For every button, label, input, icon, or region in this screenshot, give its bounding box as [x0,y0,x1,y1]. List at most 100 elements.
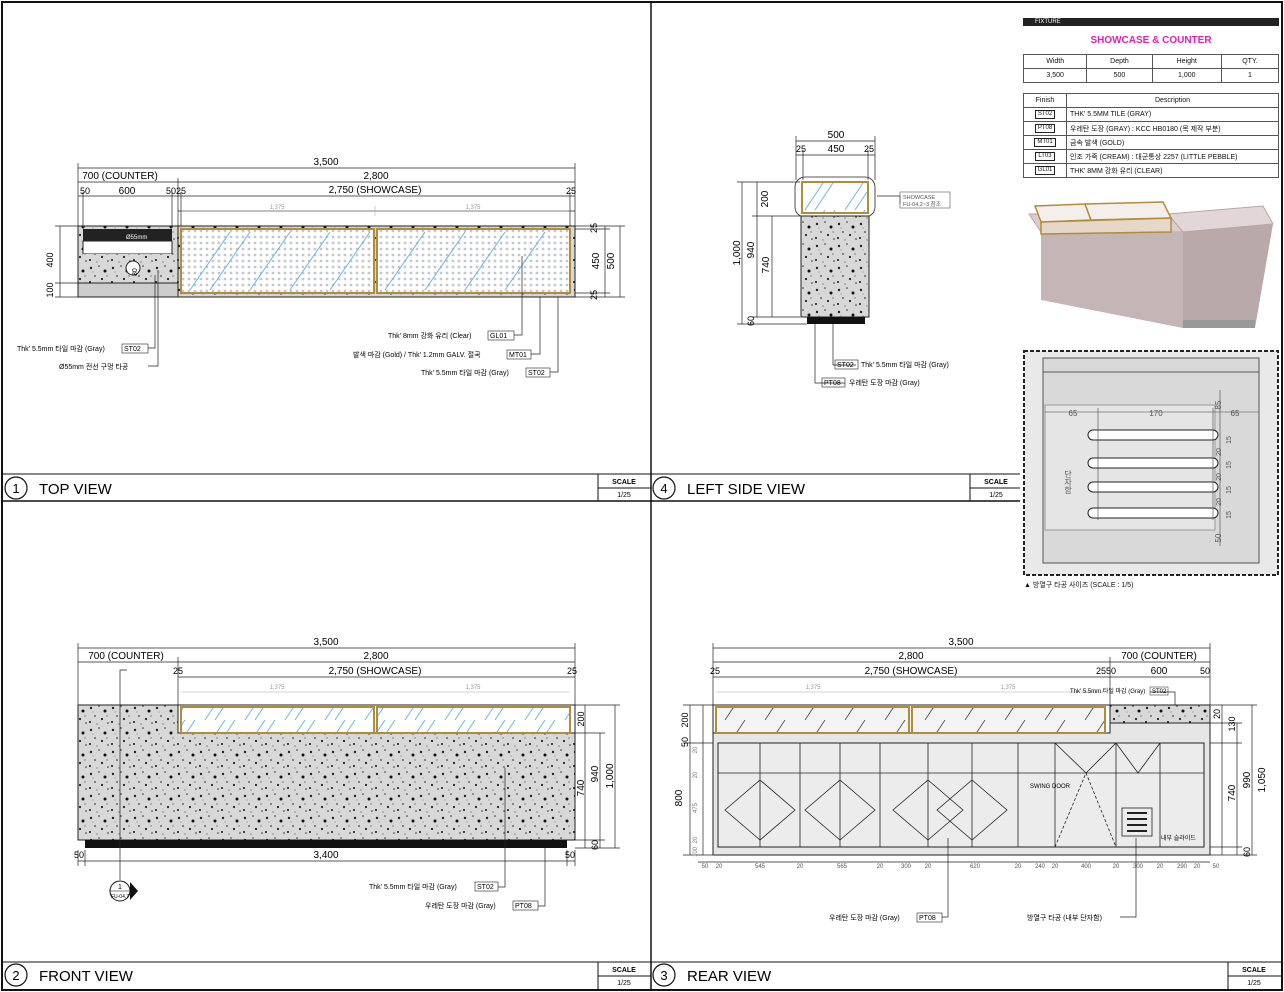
rear-l100: 100 [693,846,699,857]
top-note-gold: 발색 마감 (Gold) / Thk' 1.2mm GALV. 절곡 [353,350,481,359]
rear-r740: 740 [1227,784,1238,801]
rear-l20a: 20 [693,746,699,753]
vent-w65b: 65 [1231,409,1240,418]
left-scale: 1/25 [989,492,1003,499]
top-dim-50b: 50 [166,186,176,196]
left-note-tile: Thk' 5.5mm 타일 마감 (Gray) [861,360,949,369]
finish-code: MT01 [1034,138,1056,147]
front-d25a: 25 [173,666,183,676]
finish-code: GL01 [1034,166,1056,175]
top-h400: 400 [45,252,55,267]
rear-bottom-dim-label: 400 [1081,864,1092,870]
left-view-title: LEFT SIDE VIEW [687,481,806,498]
vent-label: 단자함 [1063,469,1072,494]
left-ref-a: SHOWCASE [903,195,935,201]
rear-l800: 800 [674,789,685,806]
front-scale-label: SCALE [612,967,636,974]
rear-view-number: 3 [660,968,667,983]
fixture-header-depth: Depth [1086,54,1153,69]
top-h100: 100 [45,282,55,297]
rear-l20c: 20 [693,836,699,843]
rear-counter-tile: Thk' 5.5mm 타일 마감 (Gray) [1070,687,1145,695]
rear-r60: 60 [1242,847,1252,857]
left-h740: 740 [761,256,772,273]
fixture-value-height: 1,000 [1151,68,1222,83]
top-view: Ø55mm 80 3,500 700 (COUNTER) 2,800 50 60… [2,157,651,501]
front-d25b: 25 [567,666,577,676]
rear-overall-dim: 3,500 [948,637,973,648]
rear-r990: 990 [1242,771,1253,788]
fixture-header-qty: QTY. [1220,54,1280,69]
rear-bottom-dim-label: 50 [1213,864,1220,870]
vent-h50: 50 [1214,533,1223,542]
vent-h20b: 20 [1216,473,1223,481]
front-base-dim: 3,400 [313,850,338,861]
top-note-glass-code: GL01 [490,333,507,340]
fixture-bar: FIXTURE [1023,18,1279,26]
vent-h20c: 20 [1216,498,1223,506]
rear-bottom-dims: 50 20 545 20 565 20 300 20 620 20 240 20 400 20 300 20 2… [702,864,1220,870]
rear-bottom-dim-label: 290 [1177,864,1188,870]
fixture-value-qty: 1 [1220,68,1280,83]
left-h200: 200 [760,190,771,207]
front-view-number: 2 [12,968,19,983]
rear-swing-door-label: SWING DOOR [1030,784,1071,790]
rear-bottom-dim-label: 20 [1015,864,1022,870]
top-showcase-inner-dim: 2,750 (SHOWCASE) [329,185,422,196]
rear-bottom-dim-label: 620 [970,864,981,870]
rear-showcase-inner: 2,750 (SHOWCASE) [865,666,958,677]
front-h740: 740 [576,779,587,796]
fixture-header-width: Width [1022,54,1088,69]
finish-desc: 금속 발색 (GOLD) [1066,135,1279,150]
top-note-glass: Thk' 8mm 강화 유리 (Clear) [388,331,472,340]
rear-r20: 20 [1212,709,1222,719]
rear-bottom-dim-label: 20 [1157,864,1164,870]
vent-h85: 85 [1214,400,1223,409]
rear-d50: 50 [1106,666,1116,676]
top-dim-25a: 25 [176,186,186,196]
finish-code: ST02 [1034,110,1056,119]
top-view-number: 1 [12,481,19,496]
rear-half-a: 1,375 [805,685,821,691]
vent-h15a: 15 [1226,436,1233,444]
top-view-title: TOP VIEW [39,481,113,498]
finish-header: Finish [1023,93,1067,108]
fixture-bar-label: FIXTURE [1035,19,1061,25]
rear-inner-label: 내부 슬라이드 [1161,834,1196,842]
front-h60: 60 [590,840,600,850]
hole-offset-label: 80 [132,268,139,276]
front-counter-dim: 700 (COUNTER) [88,651,164,662]
left-side-view: 500 25 450 25 1,000 200 940 740 60 SHOWC… [651,130,1020,501]
top-r450: 450 [591,252,602,269]
front-note-tile-code: ST02 [477,884,494,891]
front-note-tile: Thk' 5.5mm 타일 마감 (Gray) [369,882,457,891]
top-half-b: 1,375 [465,205,481,211]
front-showcase-dim: 2,800 [363,651,388,662]
rear-view: SWING DOOR 내부 슬라이드 3,500 2,800 700 (COUN… [651,637,1282,990]
top-dim-25b: 25 [566,186,576,196]
rear-d25a: 25 [710,666,720,676]
left-w500: 500 [828,130,845,141]
fixture-header-height: Height [1151,54,1222,69]
rear-bottom-dim-label: 50 [702,864,709,870]
top-dim-600: 600 [119,186,136,197]
front-half-a: 1,375 [269,685,285,691]
finish-code: LT03 [1035,152,1055,161]
top-note-tile-showcase-code: ST02 [528,370,545,377]
rear-view-title: REAR VIEW [687,968,772,985]
rear-l50: 50 [680,737,690,747]
vent-w170: 170 [1149,409,1163,418]
left-h1000: 1,000 [732,240,743,265]
vent-h20a: 20 [1216,448,1223,456]
rear-bottom-dim-label: 20 [716,864,723,870]
front-note-paint-code: PT08 [515,903,532,910]
fixture-value-depth: 500 [1086,68,1153,83]
rear-bottom-dim-label: 565 [837,864,848,870]
finish-desc: THK' 8MM 강화 유리 (CLEAR) [1066,163,1279,178]
front-scale: 1/25 [617,980,631,987]
top-dim-50a: 50 [80,186,90,196]
front-h940: 940 [590,765,601,782]
fixture-finish-table: Finish Description ST02 THK' 5.5MM TILE (… [1023,93,1279,178]
top-note-tile-counter-code: ST02 [124,346,141,353]
top-half-a: 1,375 [269,205,285,211]
